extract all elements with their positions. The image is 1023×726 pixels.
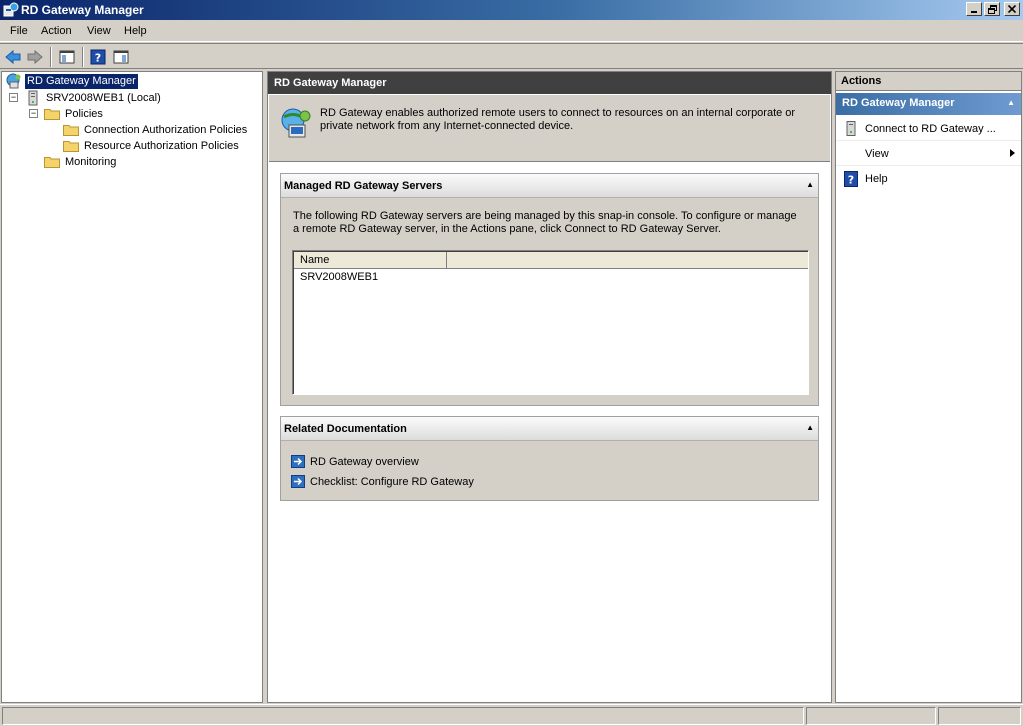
status-bar — [0, 704, 1023, 726]
tree-item-monitoring[interactable]: Monitoring — [44, 154, 118, 170]
action-view[interactable]: View — [836, 142, 1021, 166]
collapse-arrow-icon[interactable]: ▲ — [806, 423, 814, 432]
managed-servers-description: The following RD Gateway servers are bei… — [293, 210, 797, 235]
help-button[interactable]: ? — [88, 47, 108, 67]
blank-icon — [843, 146, 859, 162]
column-header-blank[interactable] — [447, 252, 808, 269]
tree-label: SRV2008WEB1 (Local) — [46, 91, 161, 104]
section-title: Managed RD Gateway Servers — [284, 180, 443, 192]
folder-icon — [44, 109, 60, 120]
action-label: View — [865, 147, 889, 160]
rd-gateway-app-icon — [3, 2, 19, 17]
close-button[interactable] — [1004, 2, 1020, 16]
link-arrow-icon — [291, 475, 305, 488]
folder-icon — [63, 125, 79, 136]
menu-view[interactable]: View — [87, 25, 111, 37]
doc-link-checklist[interactable]: Checklist: Configure RD Gateway — [291, 475, 474, 488]
status-cell-main — [2, 707, 804, 725]
list-item[interactable]: SRV2008WEB1 — [300, 271, 378, 283]
actions-pane-title: Actions — [836, 72, 1021, 91]
managed-servers-section: Managed RD Gateway Servers ▲ The followi… — [280, 173, 819, 406]
svg-text:?: ? — [848, 174, 854, 187]
minimize-icon — [971, 11, 977, 13]
show-hide-action-pane-button[interactable] — [111, 47, 131, 67]
menu-action[interactable]: Action — [41, 25, 72, 37]
tree-item-resource-authorization-policies[interactable]: Resource Authorization Policies — [63, 138, 241, 154]
console-tree-icon — [59, 50, 75, 64]
back-arrow-icon — [5, 50, 21, 64]
folder-icon — [63, 141, 79, 152]
action-connect-to-rd-gateway[interactable]: Connect to RD Gateway ... — [836, 117, 1021, 141]
related-docs-header[interactable]: Related Documentation ▲ — [281, 417, 818, 441]
submenu-arrow-icon — [1010, 149, 1015, 157]
action-label: Connect to RD Gateway ... — [865, 122, 996, 135]
back-button[interactable] — [3, 47, 23, 67]
intro-text: RD Gateway enables authorized remote use… — [320, 107, 796, 132]
tree-item-server[interactable]: SRV2008WEB1 (Local) — [26, 90, 163, 106]
doc-link-label: Checklist: Configure RD Gateway — [310, 475, 474, 488]
column-header-name[interactable]: Name — [294, 252, 447, 269]
status-cell-2 — [806, 707, 936, 725]
server-icon — [28, 90, 38, 106]
collapse-policies-toggle[interactable]: − — [29, 109, 38, 118]
rd-gateway-icon — [6, 73, 21, 89]
forward-button[interactable] — [25, 47, 45, 67]
action-pane-icon — [113, 50, 129, 64]
help-icon: ? — [843, 171, 859, 187]
tree-label: Policies — [65, 107, 103, 120]
svg-text:?: ? — [95, 52, 101, 65]
title-bar: RD Gateway Manager — [0, 0, 1023, 20]
tree-item-connection-authorization-policies[interactable]: Connection Authorization Policies — [63, 122, 249, 138]
section-title: Related Documentation — [284, 423, 407, 435]
tree-label: Connection Authorization Policies — [84, 123, 248, 136]
restore-button[interactable] — [984, 2, 1000, 16]
show-hide-console-tree-button[interactable] — [57, 47, 77, 67]
link-arrow-icon — [291, 455, 305, 468]
window-title: RD Gateway Manager — [21, 3, 144, 17]
toolbar-separator — [50, 47, 52, 67]
intro-panel: RD Gateway enables authorized remote use… — [269, 95, 830, 162]
collapse-arrow-icon[interactable]: ▲ — [1007, 98, 1015, 107]
servers-list[interactable]: Name SRV2008WEB1 — [292, 250, 809, 395]
toolbar: ? — [0, 43, 1023, 69]
doc-link-label: RD Gateway overview — [310, 455, 419, 468]
tree-label: Resource Authorization Policies — [84, 139, 239, 152]
toolbar-separator — [82, 47, 84, 67]
action-label: Help — [865, 173, 888, 185]
status-cell-3 — [938, 707, 1021, 725]
doc-link-overview[interactable]: RD Gateway overview — [291, 455, 419, 468]
action-help[interactable]: ? Help — [836, 167, 1021, 191]
help-icon: ? — [90, 49, 106, 65]
tree-item-policies[interactable]: Policies — [44, 106, 105, 122]
server-icon — [843, 121, 859, 137]
folder-icon — [44, 157, 60, 168]
tree-label: RD Gateway Manager — [25, 73, 138, 89]
list-header: Name — [294, 252, 808, 269]
collapse-server-toggle[interactable]: − — [9, 93, 18, 102]
tree-item-rd-gateway-manager[interactable]: RD Gateway Manager — [5, 73, 138, 89]
collapse-arrow-icon[interactable]: ▲ — [806, 180, 814, 189]
actions-section-title: RD Gateway Manager — [842, 97, 955, 109]
console-tree-pane: RD Gateway Manager − SRV2008WEB1 (Local)… — [1, 71, 263, 703]
results-pane-title: RD Gateway Manager — [268, 72, 831, 94]
menu-file[interactable]: File — [10, 25, 28, 37]
actions-section-header[interactable]: RD Gateway Manager ▲ — [836, 93, 1021, 115]
menu-bar: File Action View Help — [0, 21, 1023, 42]
close-icon — [1008, 5, 1016, 13]
managed-servers-header[interactable]: Managed RD Gateway Servers ▲ — [281, 174, 818, 198]
tree-label: Monitoring — [65, 155, 117, 168]
results-pane: RD Gateway Manager RD Gateway enables au… — [267, 71, 832, 703]
rd-gateway-large-icon — [281, 108, 311, 138]
restore-icon — [987, 4, 997, 14]
forward-arrow-icon — [27, 50, 43, 64]
related-docs-section: Related Documentation ▲ RD Gateway overv… — [280, 416, 819, 501]
actions-pane: Actions RD Gateway Manager ▲ Connect to … — [835, 71, 1022, 703]
minimize-button[interactable] — [966, 2, 982, 16]
menu-help[interactable]: Help — [124, 25, 147, 37]
